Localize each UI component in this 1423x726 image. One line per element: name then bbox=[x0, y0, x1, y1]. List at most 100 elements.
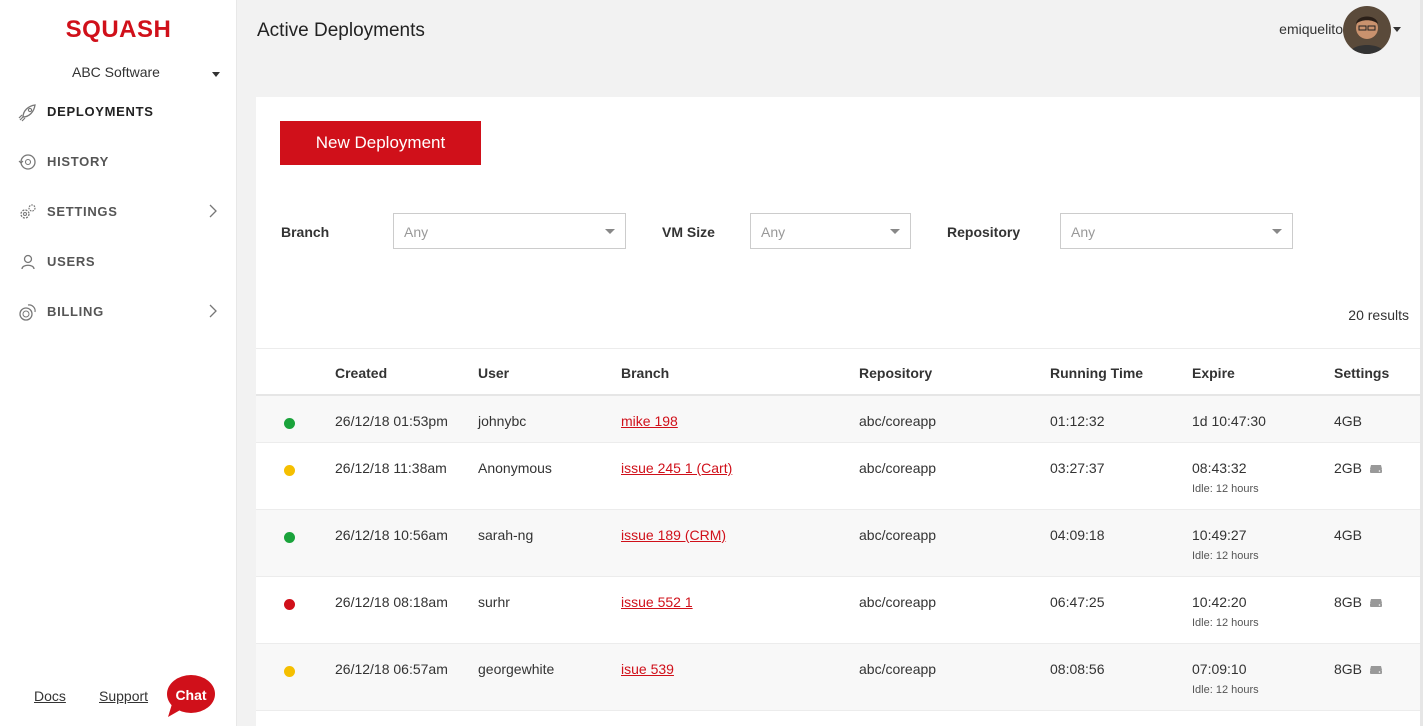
caret-down-icon bbox=[605, 229, 615, 234]
chevron-right-icon bbox=[209, 204, 217, 218]
user-cell: georgewhite bbox=[478, 661, 555, 677]
created-cell: 26/12/18 10:56am bbox=[335, 527, 448, 543]
status-dot-green bbox=[284, 532, 295, 543]
settings-cell: 8GB bbox=[1334, 661, 1363, 677]
org-selector[interactable]: ABC Software bbox=[0, 64, 237, 84]
status-dot-yellow bbox=[284, 666, 295, 677]
created-cell: 26/12/18 11:38am bbox=[335, 460, 447, 476]
table-row[interactable]: 26/12/18 10:56am sarah-ng issue 189 (CRM… bbox=[256, 510, 1420, 577]
caret-down-icon bbox=[1393, 27, 1401, 32]
table-header: Created User Branch Repository Running T… bbox=[256, 348, 1420, 396]
idle-text: Idle: 12 hours bbox=[1192, 550, 1259, 562]
sidebar-item-label: SETTINGS bbox=[47, 204, 118, 219]
branch-link[interactable]: mike 198 bbox=[621, 413, 678, 429]
chevron-right-icon bbox=[209, 304, 217, 318]
coins-icon bbox=[19, 304, 36, 321]
created-cell: 26/12/18 06:57am bbox=[335, 661, 448, 677]
repository-filter-select[interactable]: Any bbox=[1060, 213, 1293, 249]
status-dot-red bbox=[284, 599, 295, 610]
sidebar-item-label: DEPLOYMENTS bbox=[47, 104, 154, 119]
settings-cell: 4GB bbox=[1334, 527, 1363, 543]
table-row[interactable]: 26/12/18 11:38am Anonymous issue 245 1 (… bbox=[256, 443, 1420, 510]
sidebar-item-label: USERS bbox=[47, 254, 96, 269]
caret-down-icon bbox=[1272, 229, 1282, 234]
select-value: Any bbox=[1071, 224, 1096, 240]
branch-link[interactable]: issue 245 1 (Cart) bbox=[621, 460, 732, 476]
column-header-branch[interactable]: Branch bbox=[621, 365, 669, 381]
new-deployment-button[interactable]: New Deployment bbox=[280, 121, 481, 165]
table-row[interactable]: 26/12/18 06:57am georgewhite isue 539 ab… bbox=[256, 644, 1420, 711]
table-row[interactable]: 26/12/18 08:18am surhr issue 552 1 abc/c… bbox=[256, 577, 1420, 644]
branch-link[interactable]: isue 539 bbox=[621, 661, 674, 677]
deployments-panel: New Deployment Branch Any VM Size Any Re… bbox=[256, 97, 1420, 726]
settings-cell: 4GB bbox=[1334, 413, 1363, 429]
gears-icon bbox=[20, 204, 36, 219]
chat-button[interactable]: Chat bbox=[166, 674, 216, 718]
avatar bbox=[1343, 6, 1391, 54]
column-header-expire[interactable]: Expire bbox=[1192, 365, 1235, 381]
repository-cell: abc/coreapp bbox=[859, 594, 937, 610]
branch-filter-select[interactable]: Any bbox=[393, 213, 626, 249]
vm-size-filter-label: VM Size bbox=[662, 224, 715, 240]
branch-filter-label: Branch bbox=[281, 224, 330, 240]
settings-cell: 8GB bbox=[1334, 594, 1363, 610]
sidebar-item-settings[interactable]: SETTINGS bbox=[0, 197, 237, 227]
running-time-cell: 03:27:37 bbox=[1050, 460, 1105, 476]
results-count: 20 results bbox=[1348, 307, 1409, 323]
table-row[interactable]: 26/12/18 01:53pm johnybc mike 198 abc/co… bbox=[256, 396, 1420, 443]
created-cell: 26/12/18 01:53pm bbox=[335, 413, 448, 429]
created-cell: 26/12/18 08:18am bbox=[335, 594, 448, 610]
column-header-created[interactable]: Created bbox=[335, 365, 387, 381]
idle-text: Idle: 12 hours bbox=[1192, 483, 1259, 495]
running-time-cell: 06:47:25 bbox=[1050, 594, 1105, 610]
page-title: Active Deployments bbox=[257, 20, 425, 41]
rocket-icon bbox=[18, 104, 36, 122]
sidebar-item-label: BILLING bbox=[47, 304, 104, 319]
idle-text: Idle: 12 hours bbox=[1192, 617, 1259, 629]
hard-drive-icon bbox=[1370, 666, 1382, 674]
running-time-cell: 01:12:32 bbox=[1050, 413, 1105, 429]
column-header-repository[interactable]: Repository bbox=[859, 365, 932, 381]
hard-drive-icon bbox=[1370, 599, 1382, 607]
settings-cell: 2GB bbox=[1334, 460, 1363, 476]
username: emiquelito bbox=[1279, 21, 1343, 37]
caret-down-icon bbox=[890, 229, 900, 234]
running-time-cell: 04:09:18 bbox=[1050, 527, 1105, 543]
sidebar-item-deployments[interactable]: DEPLOYMENTS bbox=[0, 97, 237, 127]
vm-size-filter-select[interactable]: Any bbox=[750, 213, 911, 249]
support-link[interactable]: Support bbox=[99, 688, 148, 704]
app-logo[interactable]: SQUASH bbox=[0, 16, 237, 44]
column-header-settings[interactable]: Settings bbox=[1334, 365, 1389, 381]
hard-drive-icon bbox=[1370, 465, 1382, 473]
select-value: Any bbox=[761, 224, 786, 240]
sidebar-item-users[interactable]: USERS bbox=[0, 247, 237, 277]
caret-down-icon bbox=[212, 72, 220, 77]
sidebar-item-label: HISTORY bbox=[47, 154, 109, 169]
expire-cell: 08:43:32 bbox=[1192, 460, 1247, 476]
user-cell: sarah-ng bbox=[478, 527, 534, 543]
column-header-running-time[interactable]: Running Time bbox=[1050, 365, 1143, 381]
branch-link[interactable]: issue 189 (CRM) bbox=[621, 527, 726, 543]
column-header-user[interactable]: User bbox=[478, 365, 509, 381]
chat-label: Chat bbox=[175, 687, 207, 703]
user-cell: Anonymous bbox=[478, 460, 552, 476]
sidebar-item-billing[interactable]: BILLING bbox=[0, 297, 237, 327]
idle-text: Idle: 12 hours bbox=[1192, 684, 1259, 696]
user-menu[interactable]: emiquelito bbox=[1231, 6, 1401, 54]
status-dot-yellow bbox=[284, 465, 295, 476]
docs-link[interactable]: Docs bbox=[34, 688, 66, 704]
repository-cell: abc/coreapp bbox=[859, 413, 937, 429]
expire-cell: 10:49:27 bbox=[1192, 527, 1247, 543]
sidebar: SQUASH ABC Software DEPLOYMENTS HISTORY … bbox=[0, 0, 237, 726]
repository-filter-label: Repository bbox=[947, 224, 1021, 240]
org-name: ABC Software bbox=[72, 64, 160, 80]
user-cell: surhr bbox=[478, 594, 510, 610]
branch-link[interactable]: issue 552 1 bbox=[621, 594, 693, 610]
history-icon bbox=[18, 154, 36, 170]
repository-cell: abc/coreapp bbox=[859, 460, 937, 476]
expire-cell: 10:42:20 bbox=[1192, 594, 1247, 610]
repository-cell: abc/coreapp bbox=[859, 661, 937, 677]
sidebar-footer: Docs Support Chat bbox=[0, 666, 237, 726]
user-cell: johnybc bbox=[478, 413, 527, 429]
sidebar-item-history[interactable]: HISTORY bbox=[0, 147, 237, 177]
